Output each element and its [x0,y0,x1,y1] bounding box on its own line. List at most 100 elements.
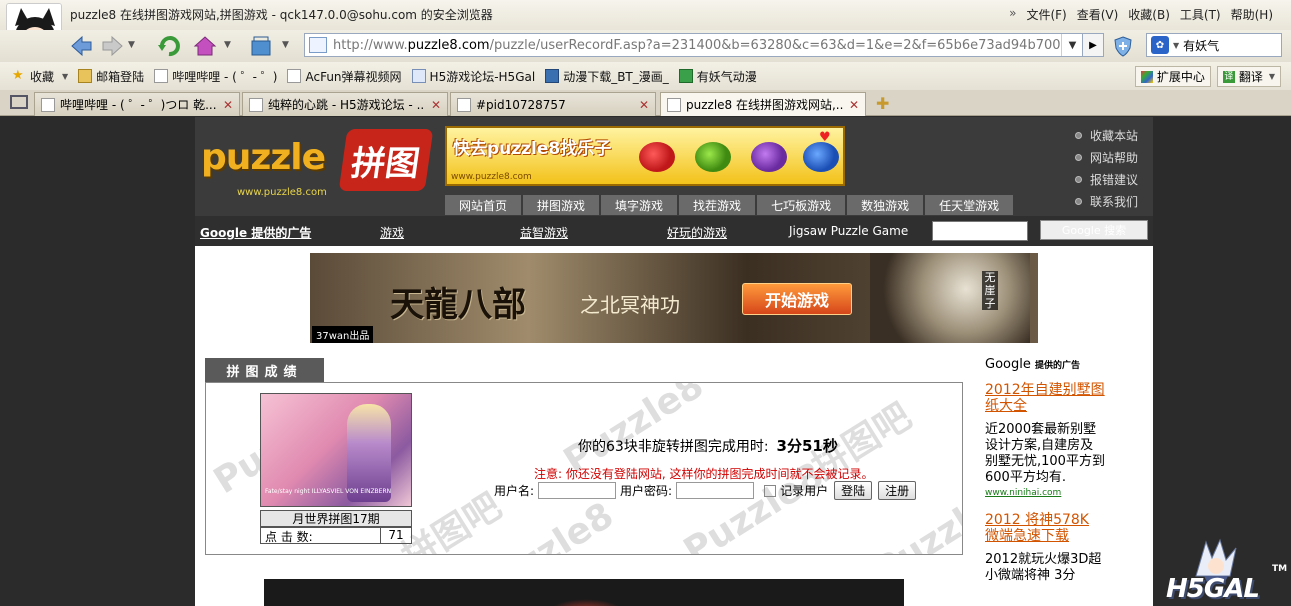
navigation-toolbar: ▼ ▼ ▼ http://www.puzzle8.com/puzzle/user… [0,30,1291,62]
nav-home[interactable]: 网站首页 [445,195,522,215]
bookmark-anime-download[interactable]: 动漫下载_BT_漫画_ [545,68,669,85]
tab-label: puzzle8 在线拼图游戏网站,... [686,98,843,112]
remember-user-checkbox[interactable] [764,484,777,497]
bullet-icon [1075,154,1082,161]
game-banner-ad[interactable]: 天龍八部 之北冥神功 开始游戏 37wan出品 无崖子 [310,253,1038,343]
window-title: puzzle8 在线拼图游戏网站,拼图游戏 - qck147.0.0@sohu.… [70,8,493,22]
top-banner-ad[interactable]: 快去puzzle8找乐子 www.puzzle8.com ♥ [445,126,845,186]
google-ads-sub: 提供的广告 [1034,361,1080,371]
search-text[interactable]: 有妖气 [1183,37,1219,54]
forward-icon[interactable] [100,33,126,59]
link-report-error[interactable]: 报错建议 [1075,171,1138,188]
google-search-input[interactable] [932,221,1028,241]
new-tab-icon[interactable]: ✚ [876,94,889,113]
link-contact-us[interactable]: 联系我们 [1075,193,1138,210]
banner-game-subtitle: 之北冥神功 [580,293,680,317]
puzzle-title[interactable]: 月世界拼图17期 [260,510,412,527]
nav-spot-difference[interactable]: 找茬游戏 [679,195,756,215]
menu-file[interactable]: 文件(F) [1026,6,1066,23]
nav-crossword[interactable]: 填字游戏 [601,195,678,215]
nav-sudoku[interactable]: 数独游戏 [847,195,924,215]
video-ad-preview[interactable] [264,579,904,606]
home-dropdown-icon[interactable]: ▼ [224,40,231,50]
url-path: /puzzle/userRecordF.asp?a=231400&b=63280… [489,37,1061,53]
google-ads-label[interactable]: Google 提供的广告 [200,224,311,241]
logo-cn: 拼图 [338,129,434,191]
banner-play-button[interactable]: 开始游戏 [742,283,852,315]
menu-help[interactable]: 帮助(H) [1231,6,1273,23]
ad-title-villa[interactable]: 2012年自建别墅图纸大全 [985,382,1105,414]
menu-overflow-icon[interactable]: » [1009,6,1016,23]
menu-view[interactable]: 查看(V) [1077,6,1119,23]
restore-dropdown-icon[interactable]: ▼ [282,40,289,50]
security-shield-icon[interactable] [1112,35,1134,57]
translate-icon: 译 [1222,70,1235,83]
puzzle-thumbnail[interactable]: Fate/stay night ILLYASVIEL VON EINZBERN [260,393,412,507]
result-line: 你的63块非旋转拼图完成用时: 3分51秒 [578,435,838,456]
bookmark-mail-login[interactable]: 邮箱登陆 [78,68,144,85]
h5gal-text: H5GAL [1166,574,1260,604]
username-input[interactable] [538,482,617,499]
url-prefix: http://www. [333,37,408,53]
menu-tools[interactable]: 工具(T) [1180,6,1221,23]
tab-bilibili[interactable]: 哔哩哔哩 - ( ゜- ゜)つロ 乾... ✕ [34,92,240,116]
top-banner-url: www.puzzle8.com [451,172,532,182]
ad-link-fun-games[interactable]: 好玩的游戏 [667,224,727,241]
bookmark-bilibili[interactable]: 哔哩哔哩 - ( ゜- ゜) [154,68,277,85]
tab-puzzle8[interactable]: puzzle8 在线拼图游戏网站,... ✕ [660,92,866,116]
sidebar-toggle-icon[interactable] [10,95,28,109]
link-site-help[interactable]: 网站帮助 [1075,149,1138,166]
search-engine-icon[interactable]: ✿ [1151,36,1169,54]
banner-character-image [870,253,1030,343]
bookmark-favorites[interactable]: ★ 收藏 ▼ [12,68,68,85]
click-count-row: 点 击 数: 71 [260,527,412,544]
refresh-icon[interactable] [156,33,182,59]
nav-tangram[interactable]: 七巧板游戏 [757,195,846,215]
google-search-button[interactable]: Google 搜索 [1040,220,1148,240]
restore-session-icon[interactable] [248,33,274,59]
video-glow [546,599,626,606]
address-bar[interactable]: http://www.puzzle8.com/puzzle/userRecord… [304,33,1084,57]
register-button[interactable]: 注册 [878,481,917,500]
tab-label: 纯粹的心跳 - H5游戏论坛 - ... [268,98,425,112]
go-button[interactable]: ▶ [1082,33,1104,57]
back-icon[interactable] [68,33,94,59]
extension-center-label: 扩展中心 [1156,70,1205,84]
search-engine-dropdown-icon[interactable]: ▼ [1173,41,1179,50]
tab-h5gal-forum[interactable]: 纯粹的心跳 - H5游戏论坛 - ... ✕ [242,92,448,116]
ad-link-villa[interactable]: www.ninihai.com [985,488,1105,498]
address-url[interactable]: http://www.puzzle8.com/puzzle/userRecord… [333,38,1061,53]
search-box[interactable]: ✿ ▼ 有妖气 [1146,33,1282,57]
logo-word: puzzle [201,137,326,178]
tab-close-icon[interactable]: ✕ [639,98,649,112]
translate-button[interactable]: 译翻译 ▼ [1216,66,1281,87]
bookmark-h5gal[interactable]: H5游戏论坛-H5Gal [411,68,535,85]
address-dropdown-icon[interactable]: ▼ [1061,34,1083,56]
login-button[interactable]: 登陆 [834,481,873,500]
site-logo[interactable]: puzzle 拼图 www.puzzle8.com [201,129,434,199]
menu-favorites[interactable]: 收藏(B) [1128,6,1170,23]
extension-center-button[interactable]: 扩展中心 [1134,66,1211,87]
bookmark-u17[interactable]: 有妖气动漫 [678,68,757,85]
banner-game-title: 天龍八部 [390,285,526,325]
nav-nintendo[interactable]: 任天堂游戏 [925,195,1014,215]
tab-close-icon[interactable]: ✕ [849,98,859,112]
cube-icon [1140,70,1153,83]
nav-jigsaw[interactable]: 拼图游戏 [523,195,600,215]
remember-user-label: 记录用户 [780,484,829,498]
link-bookmark-site[interactable]: 收藏本站 [1075,127,1138,144]
ad-link-games[interactable]: 游戏 [380,224,404,241]
home-icon[interactable] [192,33,218,59]
site-icon [545,69,560,83]
bookmarks-right-tools: 扩展中心 译翻译 ▼ [1134,66,1281,87]
password-input[interactable] [676,482,755,499]
ad-title-game[interactable]: 2012 将神578K 微端急速下载 [985,512,1105,544]
forward-dropdown-icon[interactable]: ▼ [128,40,135,50]
bookmark-label: 哔哩哔哩 - ( ゜- ゜) [172,69,278,84]
chevron-down-icon: ▼ [62,71,69,81]
tab-pid[interactable]: #pid10728757 ✕ [450,92,656,116]
ad-link-puzzle-games[interactable]: 益智游戏 [520,224,568,241]
tab-close-icon[interactable]: ✕ [431,98,441,112]
bookmark-acfun[interactable]: AcFun弹幕视频网 [287,68,402,85]
tab-close-icon[interactable]: ✕ [223,98,233,112]
